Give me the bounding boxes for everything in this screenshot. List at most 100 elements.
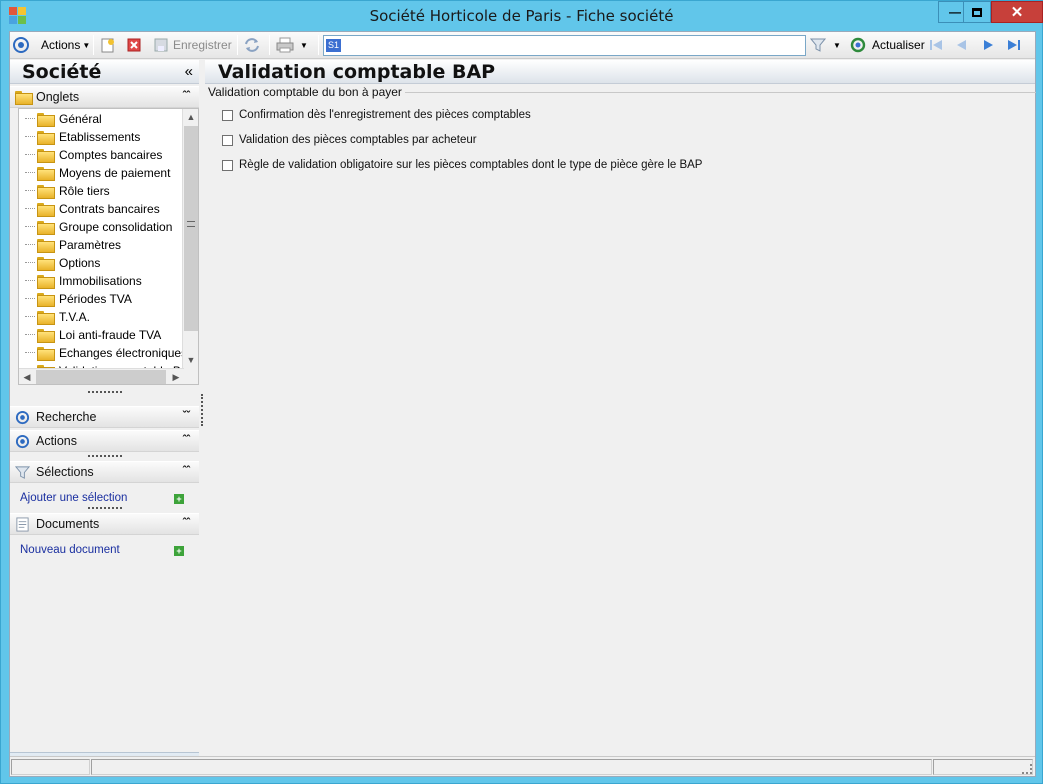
target-icon <box>13 37 29 53</box>
search-input[interactable] <box>324 36 805 55</box>
vertical-splitter[interactable] <box>201 394 203 426</box>
folder-icon <box>37 167 55 181</box>
add-selection-plus-icon[interactable]: + <box>174 494 184 504</box>
tree-item[interactable]: Options <box>19 254 100 272</box>
checkbox-label[interactable]: Confirmation dès l'enregistrement des pi… <box>239 109 531 121</box>
checkbox-label[interactable]: Validation des pièces comptables par ach… <box>239 134 477 146</box>
tree-item-label: Rôle tiers <box>59 184 110 198</box>
tabs-tree: BudgetsValidation comptable BAPEchanges … <box>18 108 199 385</box>
target-icon <box>15 434 30 448</box>
new-document-plus-icon[interactable]: + <box>174 546 184 556</box>
checkbox-label[interactable]: Règle de validation obligatoire sur les … <box>239 159 702 171</box>
scroll-left-icon[interactable]: ◀ <box>19 369 35 384</box>
tree-item[interactable]: Rôle tiers <box>19 182 110 200</box>
close-button[interactable]: ✕ <box>991 1 1043 23</box>
splitter-grip[interactable] <box>88 391 122 394</box>
tree-item-label: Echanges électroniques <box>59 346 188 360</box>
toolbar-separator <box>237 35 238 55</box>
checkbox[interactable] <box>222 134 233 146</box>
title-bar[interactable]: Société Horticole de Paris - Fiche socié… <box>1 1 1043 31</box>
scroll-down-icon[interactable]: ▼ <box>183 352 198 368</box>
printer-icon <box>276 37 294 53</box>
next-record-button[interactable] <box>980 35 996 55</box>
new-document-link[interactable]: Nouveau document <box>20 544 120 556</box>
checkbox-row[interactable]: Validation des pièces comptables par ach… <box>222 134 477 146</box>
collapse-pane-icon[interactable]: « <box>185 63 193 80</box>
tree-item[interactable]: Périodes TVA <box>19 290 132 308</box>
folder-icon <box>37 149 55 163</box>
filter-button[interactable]: ▼ <box>810 35 841 55</box>
tree-item-label: Paramètres <box>59 238 122 252</box>
tree-item[interactable]: Moyens de paiement <box>19 164 170 182</box>
checkbox-row[interactable]: Règle de validation obligatoire sur les … <box>222 159 702 171</box>
scrollbar-thumb[interactable] <box>184 126 198 331</box>
tree-item[interactable]: Immobilisations <box>19 272 142 290</box>
actions-section-header[interactable]: Actions ˆˆ <box>10 430 199 452</box>
tree-vertical-scrollbar[interactable]: ▲ ▼ <box>182 109 198 384</box>
toolbar-separator <box>269 35 270 55</box>
tree-item[interactable]: Etablissements <box>19 128 140 146</box>
documents-section-header[interactable]: Documents ˆˆ <box>10 513 199 535</box>
scroll-up-icon[interactable]: ▲ <box>183 109 198 125</box>
toolbar-separator <box>318 35 319 55</box>
onglets-section-header[interactable]: Onglets ˆˆ <box>10 86 199 108</box>
splitter-grip[interactable] <box>88 455 122 458</box>
minimize-icon: — <box>949 5 961 19</box>
window-title: Société Horticole de Paris - Fiche socié… <box>369 7 674 25</box>
document-icon <box>16 516 29 532</box>
folder-icon <box>37 185 55 199</box>
tree-connector <box>25 290 35 299</box>
splitter-grip[interactable] <box>88 507 122 510</box>
recherche-section-header[interactable]: Recherche ˇˇ <box>10 406 199 428</box>
previous-icon <box>957 40 966 50</box>
scrollbar-thumb[interactable] <box>36 370 166 384</box>
tree-item[interactable]: Groupe consolidation <box>19 218 172 236</box>
maximize-button[interactable] <box>963 1 991 23</box>
new-button[interactable] <box>100 35 116 55</box>
search-tag: S1 <box>326 39 341 52</box>
client-area: Actions ▼ Enregistrer ▼ S1 ▼ Actualiser … <box>9 31 1036 777</box>
tree-item-label: Périodes TVA <box>59 292 132 306</box>
tree-item-label: Contrats bancaires <box>59 202 160 216</box>
add-selection-link[interactable]: Ajouter une sélection <box>20 492 127 504</box>
refresh-button[interactable]: Actualiser <box>850 35 925 55</box>
previous-record-button[interactable] <box>954 35 970 55</box>
folder-icon <box>37 203 55 217</box>
tree-horizontal-scrollbar[interactable]: ◀ ▶ <box>19 368 184 384</box>
chevron-up-double-icon: ˆˆ <box>182 434 190 446</box>
tree-item[interactable]: Echanges électroniques <box>19 344 187 362</box>
delete-button[interactable] <box>126 35 142 55</box>
tree-item[interactable]: Paramètres <box>19 236 121 254</box>
folder-icon <box>37 257 55 271</box>
chevron-down-icon: ▼ <box>82 40 91 50</box>
checkbox[interactable] <box>222 109 233 121</box>
chevron-up-double-icon: ˆˆ <box>182 90 190 102</box>
close-icon: ✕ <box>1010 4 1024 21</box>
resize-grip-icon[interactable] <box>1022 764 1032 774</box>
folder-icon <box>37 221 55 235</box>
first-record-button[interactable] <box>928 35 944 55</box>
chevron-down-icon: ▼ <box>833 40 841 50</box>
tree-item[interactable]: Loi anti-fraude TVA <box>19 326 161 344</box>
groupbox-legend: Validation comptable du bon à payer <box>208 85 405 99</box>
tree-item[interactable]: Comptes bancaires <box>19 146 162 164</box>
scroll-right-icon[interactable]: ▶ <box>168 369 184 384</box>
tree-item[interactable]: T.V.A. <box>19 308 90 326</box>
toolbar: Actions ▼ Enregistrer ▼ S1 ▼ Actualiser <box>10 32 1035 59</box>
save-button[interactable]: Enregistrer <box>153 35 232 55</box>
checkbox-row[interactable]: Confirmation dès l'enregistrement des pi… <box>222 109 531 121</box>
print-button[interactable]: ▼ <box>276 35 308 55</box>
bap-groupbox: Validation comptable du bon à payer Conf… <box>208 85 1036 752</box>
actions-menu-icon-button[interactable] <box>13 35 29 55</box>
tree-item[interactable]: Contrats bancaires <box>19 200 160 218</box>
tree-connector <box>25 326 35 335</box>
selections-section-header[interactable]: Sélections ˆˆ <box>10 461 199 483</box>
toolbar-separator <box>93 35 94 55</box>
search-box[interactable]: S1 <box>323 35 806 56</box>
checkbox[interactable] <box>222 159 233 171</box>
last-record-button[interactable] <box>1006 35 1022 55</box>
sync-button[interactable] <box>243 35 261 55</box>
tree-item[interactable]: Général <box>19 110 102 128</box>
actions-menu-button[interactable]: Actions ▼ <box>41 35 90 55</box>
tree-connector <box>25 128 35 137</box>
